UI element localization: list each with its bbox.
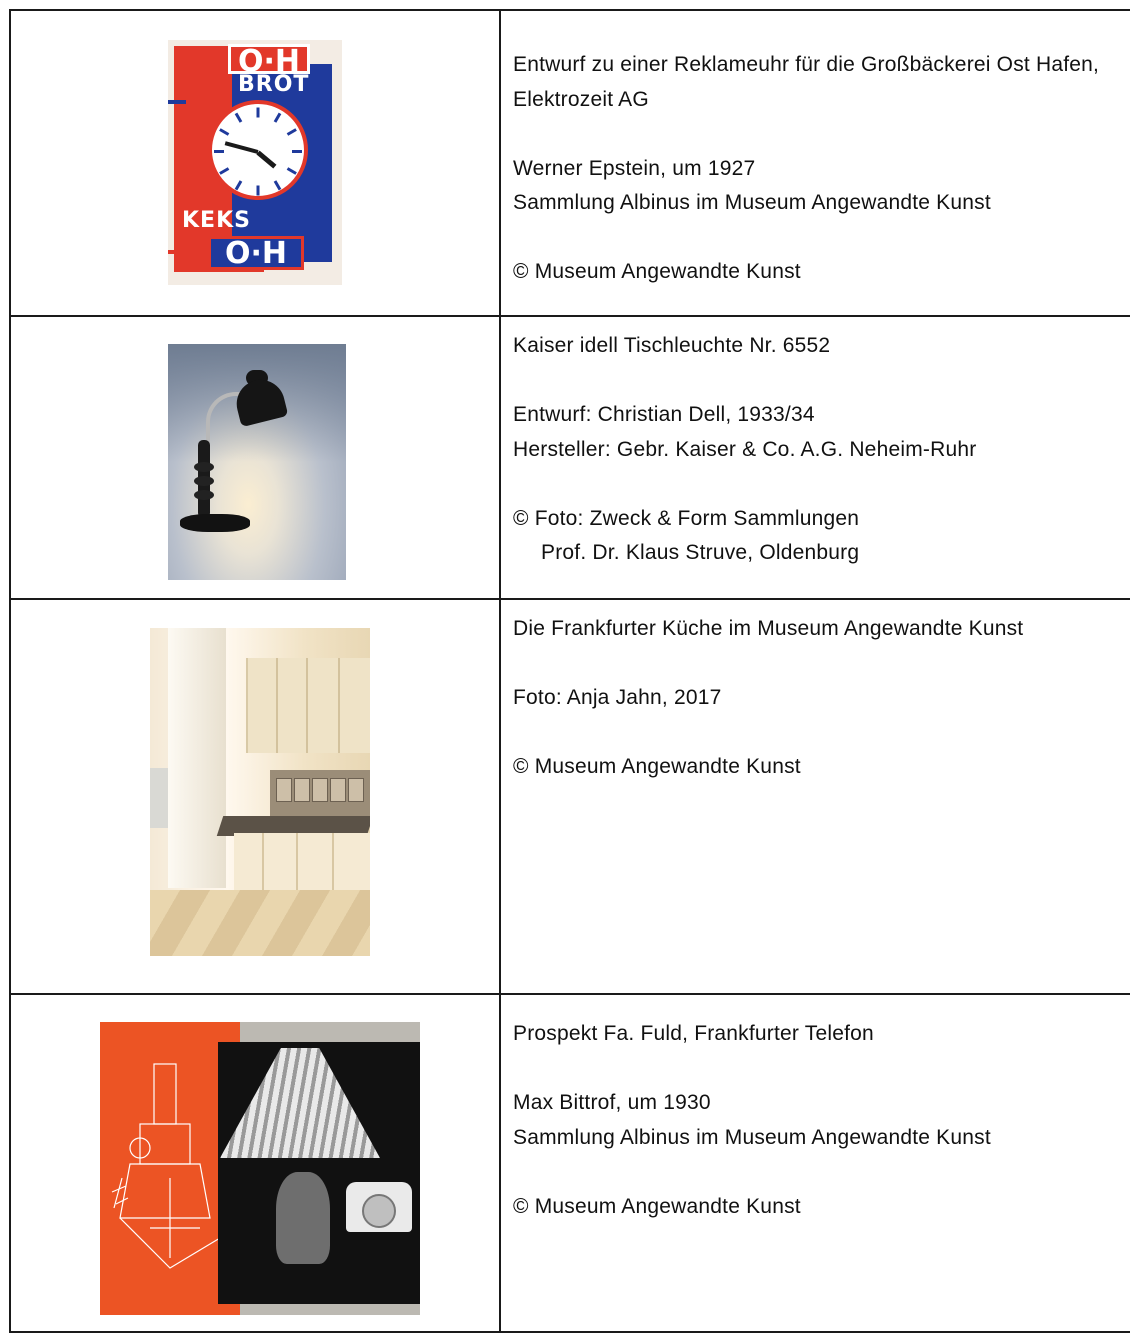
caption-cell: Kaiser idell Tischleuchte Nr. 6552 Entwu…	[499, 315, 1130, 600]
architecture-line-drawing	[111, 1063, 221, 1269]
poster-keks-text: KEKS	[182, 208, 251, 233]
image-cell	[9, 315, 501, 600]
desk-lamp-image	[168, 344, 346, 580]
table-row: Kaiser idell Tischleuchte Nr. 6552 Entwu…	[9, 315, 1130, 600]
artwork-credit-line: Werner Epstein, um 1927	[513, 156, 756, 180]
fuld-telephone-prospect-image	[100, 1022, 420, 1315]
copyright-line: © Museum Angewandte Kunst	[513, 1194, 801, 1218]
poster-oh-top-text: O·H	[228, 44, 310, 77]
artwork-collection-line: Sammlung Albinus im Museum Angewandte Ku…	[513, 1125, 991, 1149]
copyright-line: © Museum Angewandte Kunst	[513, 755, 801, 778]
image-cell	[9, 993, 501, 1333]
designer-line: Entwurf: Christian Dell, 1933/34	[513, 403, 815, 426]
table-row: O·H BROT KEKS O·H Entwurf zu einer Rekla…	[9, 9, 1130, 317]
poster-brot-text: BROT	[238, 72, 310, 97]
artwork-collection-line: Sammlung Albinus im Museum Angewandte Ku…	[513, 191, 991, 214]
caption-cell: Prospekt Fa. Fuld, Frankfurter Telefon M…	[499, 993, 1130, 1333]
table-row: Prospekt Fa. Fuld, Frankfurter Telefon M…	[9, 993, 1130, 1333]
manufacturer-line: Hersteller: Gebr. Kaiser & Co. A.G. Nehe…	[513, 437, 977, 461]
caption-cell: Die Frankfurter Küche im Museum Angewand…	[499, 598, 1130, 995]
artwork-table: O·H BROT KEKS O·H Entwurf zu einer Rekla…	[9, 9, 1130, 1333]
image-cell: O·H BROT KEKS O·H	[9, 9, 501, 317]
caption-cell: Entwurf zu einer Reklameuhr für die Groß…	[499, 9, 1130, 317]
frankfurt-kitchen-image	[150, 628, 370, 956]
image-cell	[9, 598, 501, 995]
reklameuhr-poster-image: O·H BROT KEKS O·H	[168, 40, 342, 285]
copyright-line: © Museum Angewandte Kunst	[513, 260, 801, 283]
artwork-title: Die Frankfurter Küche im Museum Angewand…	[513, 617, 1024, 640]
poster-oh-bottom-text: O·H	[208, 236, 304, 270]
artwork-title: Prospekt Fa. Fuld, Frankfurter Telefon	[513, 1022, 874, 1045]
photo-credit-line: Prof. Dr. Klaus Struve, Oldenburg	[541, 541, 860, 564]
clock-face	[208, 100, 308, 200]
artwork-title: Kaiser idell Tischleuchte Nr. 6552	[513, 334, 831, 357]
photo-line: Foto: Anja Jahn, 2017	[513, 686, 722, 709]
artwork-credit-line: Max Bittrof, um 1930	[513, 1091, 711, 1114]
artwork-title: Entwurf zu einer Reklameuhr für die Groß…	[513, 53, 1100, 111]
copyright-line: © Foto: Zweck & Form Sammlungen	[513, 506, 860, 530]
table-row: Die Frankfurter Küche im Museum Angewand…	[9, 598, 1130, 995]
